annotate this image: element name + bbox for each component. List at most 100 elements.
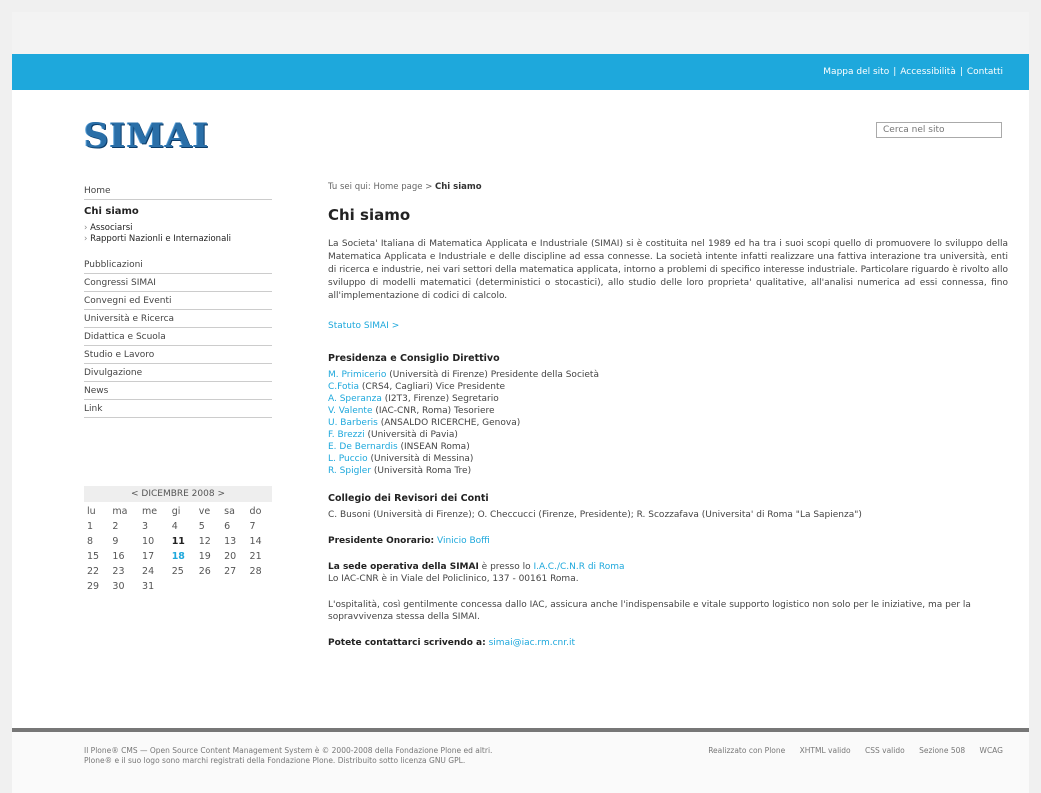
breadcrumb: Tu sei qui: Home page > Chi siamo (328, 182, 1008, 192)
calendar-week: 22 23 24 25 26 27 28 (84, 564, 272, 579)
member-name-link[interactable]: V. Valente (328, 406, 373, 416)
calendar-body: 1 2 3 4 5 6 7 8 9 10 11 12 13 14 15 16 17 18 19 20 21 22 23 24 2… (84, 519, 272, 594)
calendar-day[interactable]: 15 (84, 549, 109, 564)
logo-text: SIMAI (84, 116, 210, 156)
footer-credits: Il Plone® CMS — Open Source Content Mana… (84, 746, 604, 766)
sede-link[interactable]: I.A.C./C.N.R di Roma (533, 562, 624, 572)
calendar-day[interactable]: 4 (169, 519, 196, 534)
calendar-day[interactable]: 9 (109, 534, 139, 549)
calendar-day (169, 579, 196, 594)
calendar-prev-button[interactable]: < (131, 489, 139, 499)
calendar-day[interactable]: 10 (139, 534, 169, 549)
sidebar-item-news[interactable]: News (84, 382, 272, 400)
member-name-link[interactable]: A. Speranza (328, 394, 382, 404)
logo[interactable]: SIMAI (84, 116, 224, 156)
calendar-day[interactable]: 6 (221, 519, 246, 534)
footer-link-xhtml[interactable]: XHTML valido (800, 746, 851, 755)
calendar: < DICEMBRE 2008 > lu ma me gi ve sa do 1234567… (84, 486, 272, 594)
breadcrumb-prefix: Tu sei qui: (328, 182, 371, 192)
calendar-day[interactable]: 27 (221, 564, 246, 579)
calendar-day[interactable]: 26 (196, 564, 221, 579)
calendar-day[interactable]: 13 (221, 534, 246, 549)
member-item: V. Valente (IAC-CNR, Roma) Tesoriere (328, 405, 1008, 417)
breadcrumb-home-link[interactable]: Home page (373, 182, 422, 192)
member-name-link[interactable]: E. De Bernardis (328, 442, 398, 452)
calendar-day[interactable]: 20 (221, 549, 246, 564)
member-item: E. De Bernardis (INSEAN Roma) (328, 441, 1008, 453)
calendar-day[interactable]: 19 (196, 549, 221, 564)
member-info: (ANSALDO RICERCHE, Genova) (377, 418, 521, 428)
sidebar-item-convegni[interactable]: Convegni ed Eventi (84, 292, 272, 310)
calendar-day[interactable]: 3 (139, 519, 169, 534)
ospitalita-text: L'ospitalità, così gentilmente concessa … (328, 600, 971, 622)
sede-address: Lo IAC-CNR è in Viale del Policlinico, 1… (328, 574, 579, 584)
onorario-link[interactable]: Vinicio Boffi (437, 536, 490, 546)
member-info: (INSEAN Roma) (397, 442, 470, 452)
calendar-day[interactable]: 30 (109, 579, 139, 594)
calendar-day[interactable]: 28 (247, 564, 272, 579)
sede-paragraph: La sede operativa della SIMAI è presso l… (328, 561, 1008, 585)
member-name-link[interactable]: F. Brezzi (328, 430, 365, 440)
contacts-link[interactable]: Contatti (967, 67, 1003, 77)
calendar-day[interactable]: 5 (196, 519, 221, 534)
contact-email-link[interactable]: simai@iac.rm.cnr.it (489, 638, 575, 648)
calendar-week: 8 9 10 11 12 13 14 (84, 534, 272, 549)
search-input[interactable] (876, 122, 1002, 138)
sidebar-item-studio[interactable]: Studio e Lavoro (84, 346, 272, 364)
footer-link-508[interactable]: Sezione 508 (919, 746, 965, 755)
sidebar-item-universita[interactable]: Università e Ricerca (84, 310, 272, 328)
calendar-grid: lu ma me gi ve sa do 1 2 3 4 5 6 7 8 9 10 11 12 13 14 15 16 17… (84, 504, 272, 594)
subnav-item-associarsi[interactable]: Associarsi (84, 222, 272, 233)
calendar-day[interactable]: 31 (139, 579, 169, 594)
breadcrumb-current: Chi siamo (435, 182, 482, 192)
calendar-day[interactable]: 14 (247, 534, 272, 549)
calendar-day[interactable]: 12 (196, 534, 221, 549)
onorario-label: Presidente Onorario: (328, 536, 435, 546)
sidebar-item-pubblicazioni[interactable]: Pubblicazioni (84, 256, 272, 274)
calendar-day[interactable]: 18 (169, 549, 196, 564)
calendar-day[interactable]: 29 (84, 579, 109, 594)
calendar-day[interactable]: 17 (139, 549, 169, 564)
member-name-link[interactable]: L. Puccio (328, 454, 368, 464)
member-item: L. Puccio (Università di Messina) (328, 453, 1008, 465)
subnav-item-rapporti[interactable]: Rapporti Nazionli e Internazionali (84, 233, 272, 244)
calendar-week: 15 16 17 18 19 20 21 (84, 549, 272, 564)
contact-label: Potete contattarci scrivendo a: (328, 638, 486, 648)
calendar-next-button[interactable]: > (217, 489, 225, 499)
member-name-link[interactable]: U. Barberis (328, 418, 378, 428)
sidebar-item-home[interactable]: Home (84, 182, 272, 200)
member-item: R. Spigler (Università Roma Tre) (328, 465, 1008, 477)
footer-link-css[interactable]: CSS valido (865, 746, 905, 755)
member-name-link[interactable]: M. Primicerio (328, 370, 386, 380)
statuto-link[interactable]: Statuto SIMAI > (328, 321, 1008, 331)
member-item: M. Primicerio (Università di Firenze) Pr… (328, 369, 1008, 381)
accessibility-link[interactable]: Accessibilità (900, 67, 956, 77)
member-item: U. Barberis (ANSALDO RICERCHE, Genova) (328, 417, 1008, 429)
calendar-day[interactable]: 24 (139, 564, 169, 579)
site-map-link[interactable]: Mappa del sito (823, 67, 889, 77)
member-name-link[interactable]: R. Spigler (328, 466, 371, 476)
member-name-link[interactable]: C.Fotia (328, 382, 359, 392)
sidebar: Home Chi siamo Associarsi Rapporti Nazio… (84, 182, 272, 418)
calendar-day[interactable]: 1 (84, 519, 109, 534)
calendar-day[interactable]: 16 (109, 549, 139, 564)
calendar-day[interactable]: 25 (169, 564, 196, 579)
sidebar-item-divulgazione[interactable]: Divulgazione (84, 364, 272, 382)
sidebar-item-chi-siamo[interactable]: Chi siamo (84, 200, 272, 220)
calendar-day[interactable]: 22 (84, 564, 109, 579)
sidebar-item-congressi[interactable]: Congressi SIMAI (84, 274, 272, 292)
calendar-day[interactable]: 11 (169, 534, 196, 549)
footer-link-wcag[interactable]: WCAG (980, 746, 1003, 755)
contact-line: Potete contattarci scrivendo a: simai@ia… (328, 637, 1008, 649)
sidebar-item-link[interactable]: Link (84, 400, 272, 418)
calendar-day[interactable]: 7 (247, 519, 272, 534)
calendar-weekday: me (142, 506, 158, 517)
calendar-day[interactable]: 8 (84, 534, 109, 549)
separator: | (893, 67, 897, 77)
calendar-day[interactable]: 21 (247, 549, 272, 564)
sede-mid: è presso lo (478, 562, 534, 572)
calendar-day[interactable]: 2 (109, 519, 139, 534)
calendar-day[interactable]: 23 (109, 564, 139, 579)
sidebar-item-didattica[interactable]: Didattica e Scuola (84, 328, 272, 346)
footer-link-plone[interactable]: Realizzato con Plone (708, 746, 785, 755)
